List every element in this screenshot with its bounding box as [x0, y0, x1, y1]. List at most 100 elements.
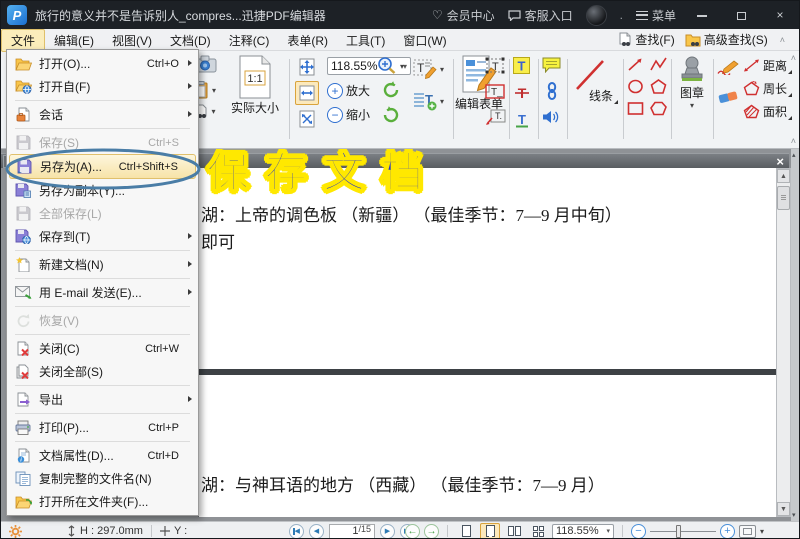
zoom-in-button[interactable]: + 放大: [327, 82, 370, 99]
rectangle-tool-button[interactable]: [627, 101, 644, 119]
status-zoom-in-button[interactable]: +: [720, 524, 735, 539]
stamp-tool-button[interactable]: 图章 ▾: [677, 56, 707, 110]
file-menu-item[interactable]: 另存为(A)...Ctrl+Shift+S: [9, 154, 196, 179]
strikeout-text-tool-button[interactable]: T: [513, 84, 531, 105]
advanced-find-button[interactable]: 高级查找(S): [685, 31, 768, 48]
sound-tool-button[interactable]: [542, 109, 562, 128]
marquee-zoom-button[interactable]: ▾: [377, 56, 404, 76]
sticky-note-tool-button[interactable]: [542, 57, 562, 76]
file-menu-item[interactable]: 导出: [9, 388, 196, 411]
menu-edit[interactable]: 编辑(E): [45, 30, 103, 51]
actual-size-button[interactable]: 1:1 实际大小: [231, 55, 279, 116]
two-page-view-button[interactable]: [504, 523, 524, 539]
measure-perimeter-button[interactable]: 周长: [743, 80, 792, 97]
file-menu-item[interactable]: 复制完整的文件名(N): [9, 467, 196, 490]
status-zoom-out-button[interactable]: −: [631, 524, 646, 539]
underline-text-tool-button[interactable]: T: [513, 111, 531, 132]
pentagon-tool-button[interactable]: [650, 79, 667, 97]
toolbar-collapse-bottom-icon[interactable]: ˄: [791, 136, 796, 146]
file-menu-item[interactable]: 打印(P)...Ctrl+P: [9, 416, 196, 439]
eraser-tool-button[interactable]: [718, 90, 740, 107]
status-zoom-combobox[interactable]: 118.55%▾: [552, 524, 614, 539]
rotate-right-button[interactable]: [381, 105, 401, 126]
paste-dropdown-icon[interactable]: ▾: [212, 86, 216, 95]
menu-comment[interactable]: 注释(C): [220, 30, 279, 51]
menu-form[interactable]: 表单(R): [278, 30, 337, 51]
member-center-button[interactable]: ♡ 会员中心: [432, 7, 495, 24]
history-back-button[interactable]: ←: [405, 524, 420, 539]
page-number-input[interactable]: 1/15: [329, 524, 375, 539]
file-menu-item[interactable]: 另存为副本(Y)...: [9, 179, 196, 202]
scrollbar-thumb[interactable]: [777, 186, 790, 210]
measure-area-button[interactable]: 面积: [743, 103, 792, 120]
menu-window[interactable]: 窗口(W): [394, 30, 455, 51]
menu-button[interactable]: 菜单: [636, 7, 676, 24]
zoom-slider-thumb[interactable]: [676, 525, 681, 538]
stamp-dropdown-icon[interactable]: ▾: [690, 101, 694, 110]
fit-window-dropdown-icon[interactable]: ▾: [760, 527, 764, 536]
pdf-page-1[interactable]: 湖：上帝的调色板 （新疆） （最佳季节：7—9 月中旬） 即可: [198, 168, 776, 369]
oval-tool-button[interactable]: [627, 79, 644, 97]
collapse-chevron-icon[interactable]: ˄: [780, 35, 785, 45]
search-dropdown-icon[interactable]: ▾: [211, 107, 215, 116]
find-button[interactable]: 查找(F): [618, 31, 674, 48]
text-box-tool-button[interactable]: T_: [485, 84, 507, 103]
arrow-tool-button[interactable]: [627, 57, 644, 75]
pane-close-button[interactable]: ×: [776, 154, 784, 169]
edit-text-properties-button[interactable]: T▾: [413, 59, 444, 79]
history-forward-button[interactable]: →: [424, 524, 439, 539]
fit-page-button[interactable]: [295, 55, 319, 79]
menu-document[interactable]: 文档(D): [161, 30, 220, 51]
first-page-button[interactable]: ◀: [289, 524, 304, 539]
polygon-tool-button[interactable]: [650, 101, 667, 119]
magnifier-dropdown-icon[interactable]: ▾: [400, 62, 404, 71]
file-menu-item[interactable]: i文档属性(D)...Ctrl+D: [9, 444, 196, 467]
previous-page-button[interactable]: ◀: [309, 524, 324, 539]
maximize-button[interactable]: [728, 8, 754, 22]
next-page-button[interactable]: ▶: [380, 524, 395, 539]
single-page-view-button[interactable]: [456, 523, 476, 539]
highlight-text-tool-button[interactable]: T: [513, 57, 531, 78]
vertical-scrollbar[interactable]: ▲ ▼: [776, 168, 791, 517]
zoom-out-button[interactable]: − 缩小: [327, 106, 370, 123]
support-entry-button[interactable]: 客服入口: [508, 7, 573, 24]
measure-distance-button[interactable]: 距离: [743, 57, 792, 74]
add-text-dropdown-icon[interactable]: ▾: [440, 97, 444, 106]
menu-tools[interactable]: 工具(T): [337, 30, 394, 51]
toolbar-collapse-top-icon[interactable]: ˄: [791, 53, 796, 63]
fit-window-button[interactable]: [739, 525, 756, 538]
polyline-tool-button[interactable]: [650, 57, 667, 75]
menu-view[interactable]: 视图(V): [103, 30, 161, 51]
zoom-slider[interactable]: [650, 524, 716, 539]
options-gear-icon[interactable]: [9, 525, 22, 538]
minimize-button[interactable]: [689, 8, 715, 22]
scroll-down-button[interactable]: ▼: [777, 502, 790, 516]
link-tool-button[interactable]: [545, 82, 559, 103]
pdf-page-2[interactable]: 湖：与神耳语的地方 （西藏） （最佳季节：7—9 月）: [198, 375, 776, 517]
file-menu-item[interactable]: 新建文档(N): [9, 253, 196, 276]
add-text-button[interactable]: T▾: [413, 91, 444, 111]
file-menu-item[interactable]: 关闭全部(S): [9, 360, 196, 383]
file-menu-item[interactable]: 关闭(C)Ctrl+W: [9, 337, 196, 360]
panel-collapse-top-icon[interactable]: ▴: [792, 151, 796, 159]
file-menu-item[interactable]: 打开所在文件夹(F)...: [9, 490, 196, 513]
file-menu-item[interactable]: 打开自(F): [9, 75, 196, 98]
panel-collapse-bottom-icon[interactable]: ▾: [792, 511, 796, 519]
text-properties-dropdown-icon[interactable]: ▾: [440, 65, 444, 74]
fit-visible-button[interactable]: [295, 107, 319, 131]
fit-width-button[interactable]: [295, 81, 319, 105]
four-page-view-button[interactable]: [528, 523, 548, 539]
file-menu-item[interactable]: 用 E-mail 发送(E)...: [9, 281, 196, 304]
line-tool-button[interactable]: 线条: [573, 57, 618, 104]
text-callout-tool-button[interactable]: T.: [485, 109, 507, 129]
file-menu-item[interactable]: 打开(O)...Ctrl+O: [9, 52, 196, 75]
file-menu-item[interactable]: 会话: [9, 103, 196, 126]
user-avatar[interactable]: [586, 5, 607, 26]
close-button[interactable]: ×: [767, 8, 793, 22]
rotate-left-button[interactable]: [381, 80, 401, 101]
file-menu-item[interactable]: 保存到(T): [9, 225, 196, 248]
pencil-tool-button[interactable]: [717, 59, 741, 78]
scroll-up-button[interactable]: ▲: [777, 169, 790, 183]
edit-text-object-button[interactable]: T: [485, 57, 507, 78]
continuous-view-button[interactable]: [480, 523, 500, 539]
